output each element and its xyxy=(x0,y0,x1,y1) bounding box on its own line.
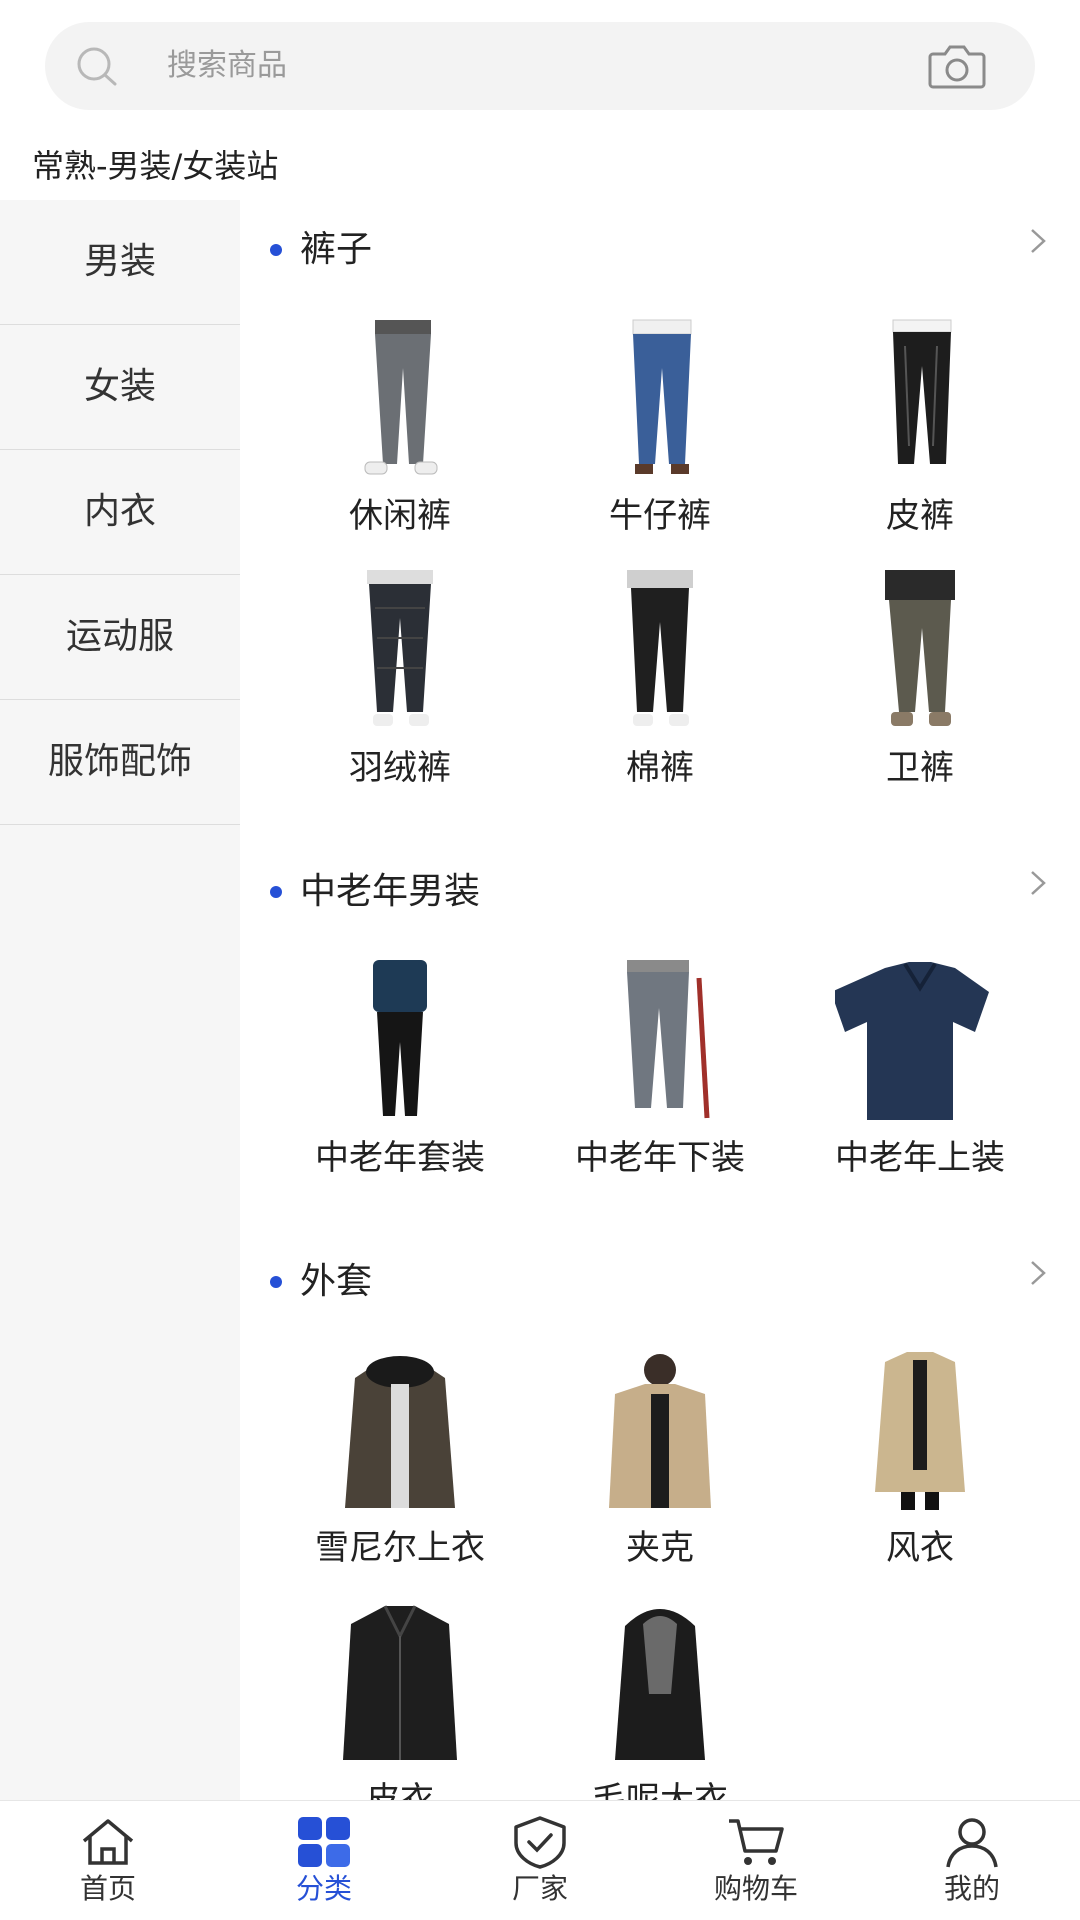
casual-pants-image xyxy=(364,320,438,475)
bottom-nav: 首页 分类 厂家 购物车 我的 xyxy=(0,1800,1080,1920)
senior-top-image xyxy=(835,962,989,1120)
sidebar-item-menswear[interactable]: 男装 xyxy=(0,200,240,325)
category-label: 棉裤 xyxy=(626,748,694,788)
nav-home[interactable]: 首页 xyxy=(0,1801,216,1920)
bullet-dot xyxy=(270,1276,282,1288)
chevron-right-icon[interactable] xyxy=(1026,868,1050,898)
category-label: 中老年上装 xyxy=(835,1138,1005,1178)
section-title: 裤子 xyxy=(300,229,373,270)
category-label: 卫裤 xyxy=(886,748,954,788)
category-tile[interactable]: 皮裤 xyxy=(790,308,1050,560)
category-tile[interactable]: 毛呢大衣 xyxy=(530,1592,790,1800)
bullet-dot xyxy=(270,244,282,256)
nav-label: 我的 xyxy=(943,1872,1000,1905)
category-label: 牛仔裤 xyxy=(609,496,711,536)
nav-factory[interactable]: 厂家 xyxy=(432,1801,648,1920)
cart-icon xyxy=(729,1819,784,1865)
jacket-image xyxy=(609,1354,711,1508)
cotton-pants-image xyxy=(627,570,693,726)
sidebar-item-sportswear[interactable]: 运动服 xyxy=(0,575,240,700)
section-title: 中老年男装 xyxy=(300,871,481,912)
category-icon xyxy=(298,1817,350,1867)
sidebar-item-womenswear[interactable]: 女装 xyxy=(0,325,240,450)
category-label: 休闲裤 xyxy=(349,496,451,536)
section-header[interactable]: 外套 xyxy=(240,1232,1080,1332)
down-pants-image xyxy=(367,570,433,726)
search-icon xyxy=(77,47,117,86)
category-tile[interactable]: 中老年套装 xyxy=(270,950,530,1202)
camera-icon[interactable] xyxy=(927,42,987,90)
chenille-jacket-image xyxy=(345,1356,455,1508)
nav-label: 分类 xyxy=(295,1872,352,1905)
sidebar-item-underwear[interactable]: 内衣 xyxy=(0,450,240,575)
nav-label: 厂家 xyxy=(511,1872,568,1905)
category-label: 毛呢大衣 xyxy=(592,1780,728,1800)
category-tile[interactable]: 休闲裤 xyxy=(270,308,530,560)
shield-check-icon xyxy=(514,1816,566,1869)
nav-cart[interactable]: 购物车 xyxy=(648,1801,864,1920)
section-header[interactable]: 裤子 xyxy=(240,200,1080,300)
category-tile[interactable]: 棉裤 xyxy=(530,560,790,812)
section-pants: 裤子 休闲裤 牛仔裤 皮裤 羽绒裤 棉裤 卫裤 xyxy=(240,200,1080,788)
category-label: 雪尼尔上衣 xyxy=(315,1528,485,1568)
category-content: 裤子 休闲裤 牛仔裤 皮裤 羽绒裤 棉裤 卫裤 中老年男装 中老年套装 中老年下… xyxy=(240,200,1080,1800)
category-tile[interactable]: 夹克 xyxy=(530,1340,790,1592)
nav-label: 首页 xyxy=(79,1872,136,1905)
category-tile[interactable]: 雪尼尔上衣 xyxy=(270,1340,530,1592)
category-tile[interactable]: 风衣 xyxy=(790,1340,1050,1592)
search-bar[interactable]: 搜索商品 xyxy=(45,22,1035,110)
category-tile[interactable]: 牛仔裤 xyxy=(530,308,790,560)
category-tile[interactable]: 卫裤 xyxy=(790,560,1050,812)
site-title: 常熟-男装/女装站 xyxy=(32,147,279,185)
chevron-right-icon[interactable] xyxy=(1026,226,1050,256)
category-sidebar: 男装 女装 内衣 运动服 服饰配饰 xyxy=(0,200,240,1800)
section-header[interactable]: 中老年男装 xyxy=(240,842,1080,942)
trench-coat-image xyxy=(875,1352,965,1510)
category-tile[interactable]: 羽绒裤 xyxy=(270,560,530,812)
category-tile[interactable]: 中老年上装 xyxy=(790,950,1050,1202)
nav-me[interactable]: 我的 xyxy=(864,1801,1080,1920)
user-icon xyxy=(946,1818,998,1868)
section-title: 外套 xyxy=(300,1261,373,1302)
category-label: 皮衣 xyxy=(366,1780,434,1800)
category-page: 搜索商品 常熟-男装/女装站 男装 女装 内衣 运动服 服饰配饰 裤子 休闲裤 … xyxy=(0,0,1080,1920)
chevron-right-icon[interactable] xyxy=(1026,1258,1050,1288)
category-tile[interactable]: 皮衣 xyxy=(270,1592,530,1800)
nav-category[interactable]: 分类 xyxy=(216,1801,432,1920)
section-outerwear: 外套 雪尼尔上衣 夹克 风衣 皮衣 毛呢大衣 xyxy=(240,1232,1080,1800)
jeans-image xyxy=(632,319,692,474)
section-senior-menswear: 中老年男装 中老年套装 中老年下装 中老年上装 xyxy=(240,842,1080,1178)
leather-pants-image xyxy=(892,319,952,464)
sidebar-item-accessories[interactable]: 服饰配饰 xyxy=(0,700,240,825)
category-label: 风衣 xyxy=(886,1528,954,1568)
wool-coat-image xyxy=(615,1609,705,1760)
sweatpants-image xyxy=(885,570,955,726)
category-label: 中老年下装 xyxy=(575,1138,745,1178)
search-placeholder[interactable]: 搜索商品 xyxy=(167,22,287,110)
category-label: 夹克 xyxy=(626,1528,694,1568)
category-label: 中老年套装 xyxy=(315,1138,485,1178)
senior-suit-image xyxy=(373,960,427,1116)
category-tile[interactable]: 中老年下装 xyxy=(530,950,790,1202)
nav-label: 购物车 xyxy=(713,1872,798,1905)
leather-jacket-image xyxy=(343,1605,457,1760)
category-label: 皮裤 xyxy=(886,496,954,536)
senior-bottoms-image xyxy=(627,960,710,1119)
bullet-dot xyxy=(270,886,282,898)
category-label: 羽绒裤 xyxy=(349,748,451,788)
home-icon xyxy=(82,1819,134,1865)
